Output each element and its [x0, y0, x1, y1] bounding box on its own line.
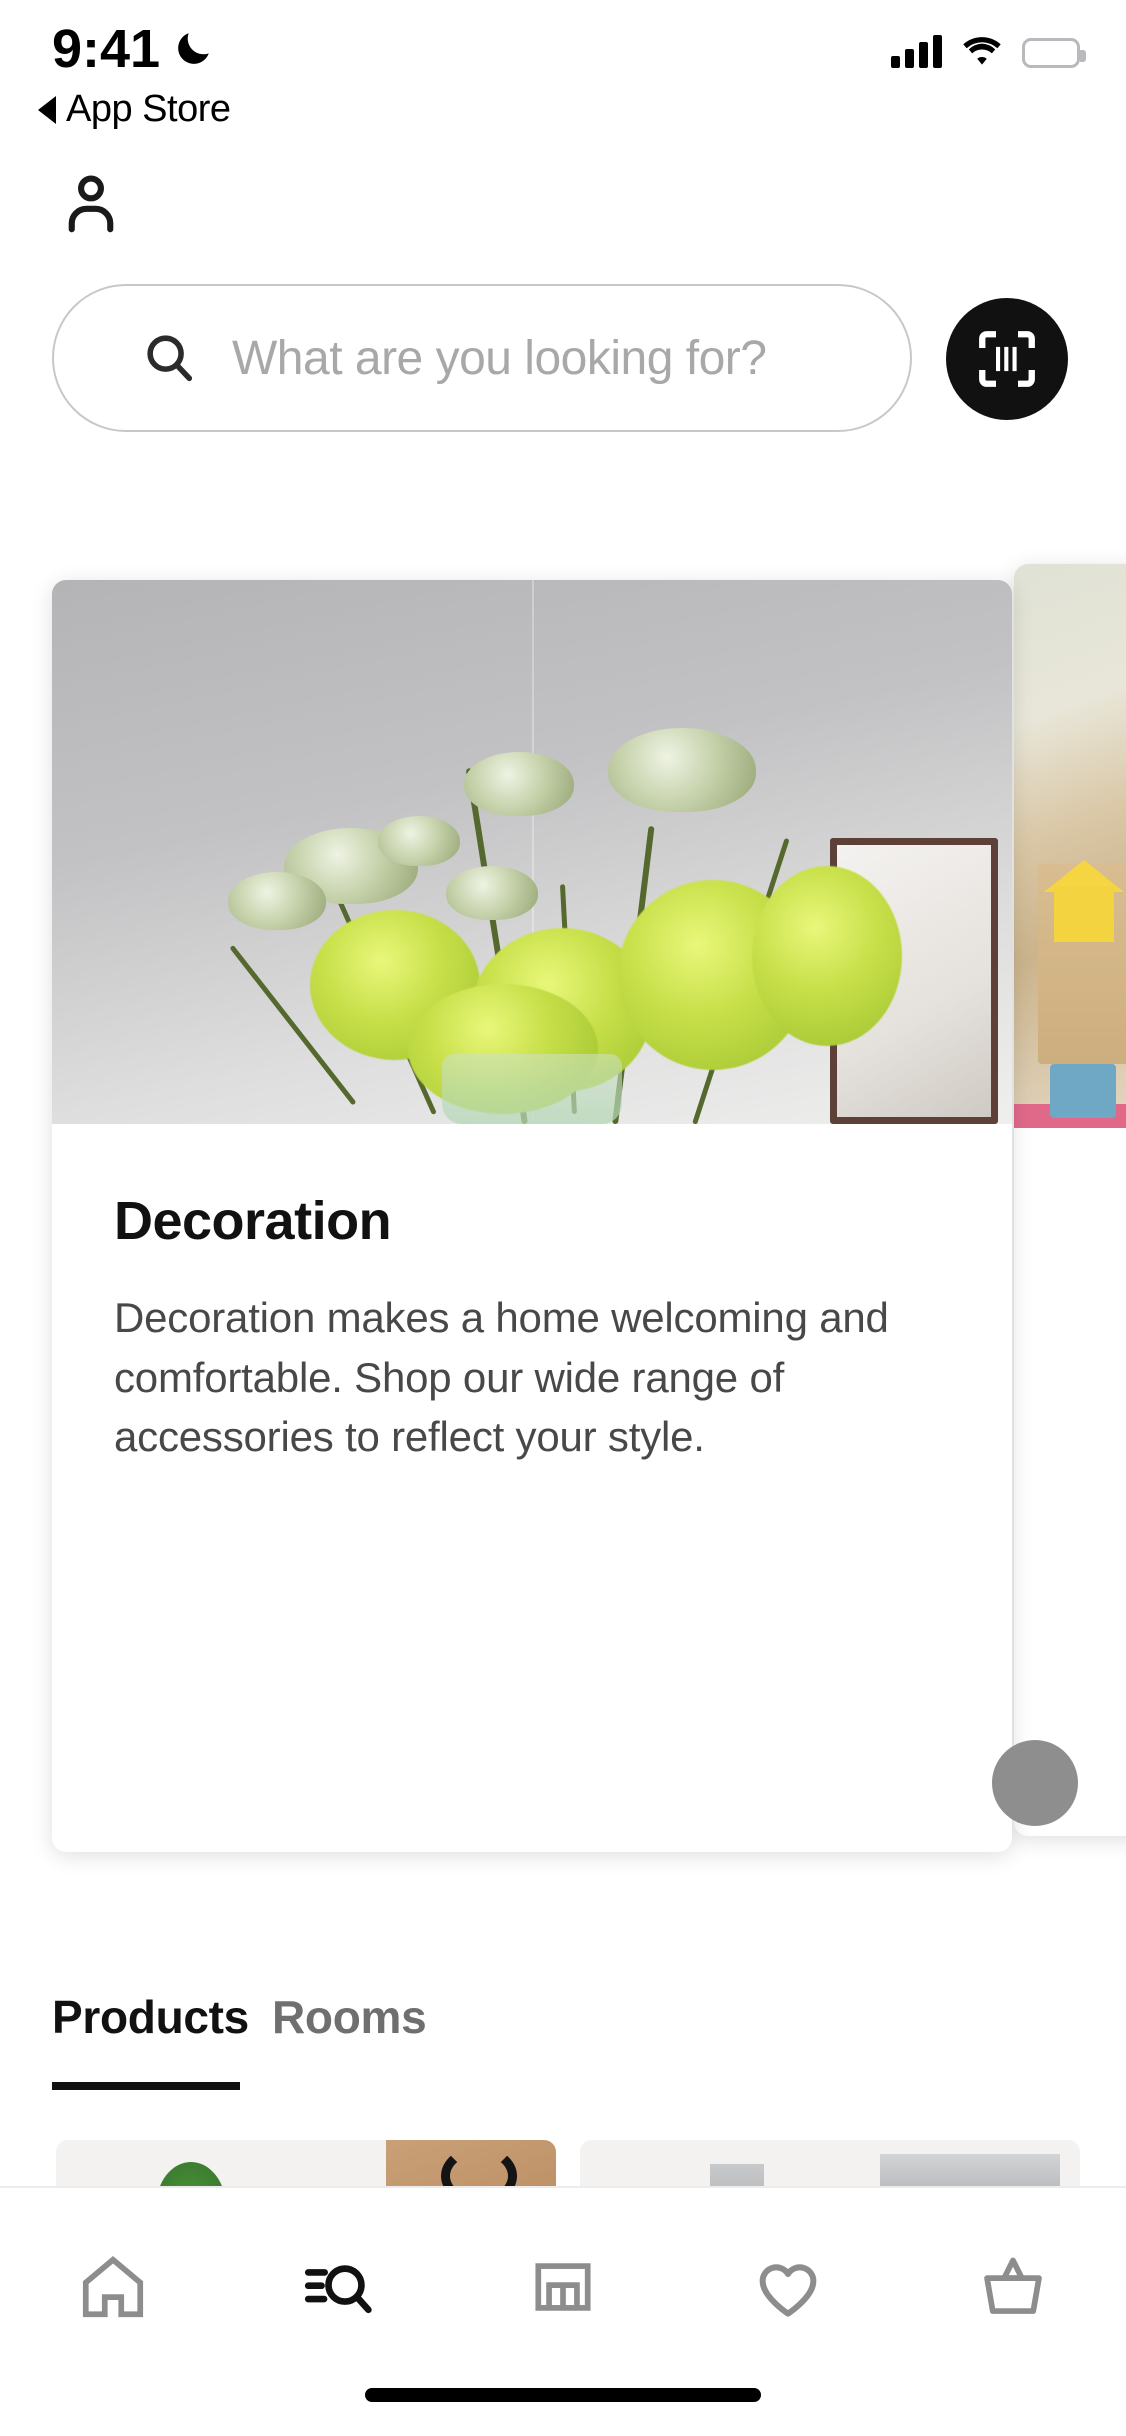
carousel-scroll-next-button[interactable]	[992, 1740, 1078, 1826]
status-bar: 9:41 App Store	[0, 0, 1126, 140]
cellular-signal-icon	[891, 34, 942, 68]
carousel-card-image	[52, 580, 1012, 1124]
tab-rooms[interactable]: Rooms	[272, 1990, 427, 2044]
back-label: App Store	[66, 88, 231, 130]
home-indicator-bar	[365, 2388, 761, 2402]
store-icon	[535, 2263, 591, 2311]
wifi-icon	[963, 37, 1001, 65]
carousel-card-body: Decoration Decoration makes a home welco…	[52, 1124, 1012, 1467]
carousel-card-title: Decoration	[114, 1191, 392, 1251]
barcode-scan-icon	[979, 331, 1035, 387]
carousel-card-description: Decoration makes a home welcoming and co…	[114, 1294, 889, 1461]
search-input[interactable]: What are you looking for?	[52, 284, 912, 432]
search-icon	[147, 335, 193, 382]
nav-item-browse[interactable]	[225, 2232, 450, 2342]
status-bar-indicators	[891, 34, 1086, 68]
bottom-navigation-bar	[0, 2186, 1126, 2436]
person-icon[interactable]	[56, 168, 126, 238]
barcode-scan-button[interactable]	[946, 298, 1068, 420]
triangle-left-icon	[38, 95, 56, 124]
category-carousel[interactable]: Decoration Decoration makes a home welco…	[0, 564, 1126, 1870]
basket-icon	[984, 2257, 1043, 2314]
status-bar-time: 9:41	[52, 19, 161, 79]
carousel-card-next-image	[1014, 564, 1126, 1128]
tab-products[interactable]: Products	[52, 1990, 249, 2044]
moon-icon	[178, 33, 209, 64]
back-to-app-store-button[interactable]: App Store	[38, 88, 231, 131]
heart-icon	[759, 2264, 817, 2317]
browse-search-icon	[304, 2265, 372, 2314]
home-icon	[82, 2256, 143, 2318]
nav-item-home[interactable]	[0, 2232, 225, 2342]
tab-active-underline	[52, 2082, 240, 2090]
carousel-card-decoration[interactable]: Decoration Decoration makes a home welco…	[52, 580, 1012, 1852]
carousel-card-next[interactable]	[1014, 564, 1126, 1836]
nav-item-cart[interactable]	[901, 2232, 1126, 2342]
app-screen: 9:41 App Store What are you looking for?…	[0, 0, 1126, 2436]
nav-item-stores[interactable]	[450, 2232, 675, 2342]
search-row: What are you looking for?	[0, 284, 1126, 434]
battery-full-icon	[1022, 38, 1086, 68]
search-placeholder: What are you looking for?	[232, 331, 767, 385]
header-bar	[0, 160, 1126, 260]
nav-item-favourites[interactable]	[676, 2232, 901, 2342]
content-tabs: Products Rooms	[0, 1990, 1126, 2120]
